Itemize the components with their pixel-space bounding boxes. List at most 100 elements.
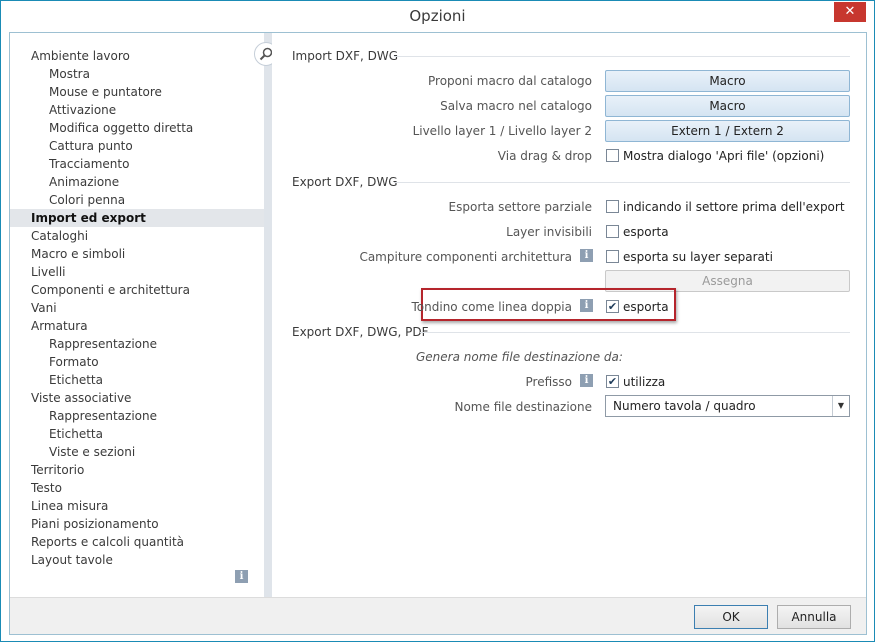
section-title-import: Import DXF, DWG: [292, 49, 399, 63]
sidebar-item-label: Formato: [49, 355, 99, 369]
sidebar-item[interactable]: Linea misura: [10, 497, 264, 515]
layer-invisibili-option-label[interactable]: esporta: [623, 225, 669, 239]
sidebar-item[interactable]: Layout tavole: [10, 551, 264, 569]
sidebar-item[interactable]: Modifica oggetto diretta: [10, 119, 264, 137]
sidebar-item-label: Colori penna: [49, 193, 126, 207]
sidebar-item[interactable]: Testo: [10, 479, 264, 497]
info-icon[interactable]: i: [580, 249, 593, 262]
sidebar-item[interactable]: Viste associative: [10, 389, 264, 407]
info-icon[interactable]: i: [580, 374, 593, 387]
sidebar-item-label: Livelli: [31, 265, 66, 279]
sidebar-item[interactable]: Colori penna: [10, 191, 264, 209]
sidebar-item-label: Cattura punto: [49, 139, 133, 153]
sidebar-item[interactable]: Territorio: [10, 461, 264, 479]
sidebar-item-label: Etichetta: [49, 427, 103, 441]
nome-file-dropdown[interactable]: Numero tavola / quadro ▼: [605, 395, 850, 417]
sidebar-item-label: Layout tavole: [31, 553, 113, 567]
sidebar-item-label: Etichetta: [49, 373, 103, 387]
sidebar-item[interactable]: Import ed export: [10, 209, 264, 227]
sidebar-item-label: Mostra: [49, 67, 90, 81]
drag-drop-label: Via drag & drop: [497, 149, 592, 163]
sidebar-item-label: Viste associative: [31, 391, 132, 405]
layer-invisibili-checkbox[interactable]: [606, 225, 619, 238]
sidebar-item[interactable]: Armatura: [10, 317, 264, 335]
sidebar-item[interactable]: Ambiente lavoro: [10, 47, 264, 65]
sidebar-item[interactable]: Livelli: [10, 263, 264, 281]
sidebar-item[interactable]: Piani posizionamento: [10, 515, 264, 533]
sidebar-item[interactable]: Rappresentazione: [10, 407, 264, 425]
sidebar-item-label: Testo: [31, 481, 62, 495]
options-panel: Import DXF, DWG Proponi macro dal catalo…: [272, 33, 866, 597]
sidebar-item[interactable]: Etichetta: [10, 371, 264, 389]
livello-label: Livello layer 1 / Livello layer 2: [412, 124, 592, 138]
drag-drop-option-label[interactable]: Mostra dialogo 'Apri file' (opzioni): [623, 149, 824, 163]
sidebar-item[interactable]: Animazione: [10, 173, 264, 191]
sidebar-item-label: Linea misura: [31, 499, 109, 513]
sidebar-item-label: Modifica oggetto diretta: [49, 121, 194, 135]
sidebar-item[interactable]: Attivazione: [10, 101, 264, 119]
section-divider: [394, 182, 850, 183]
sidebar-item-label: Cataloghi: [31, 229, 89, 243]
sidebar-item[interactable]: Mostra: [10, 65, 264, 83]
genera-label: Genera nome file destinazione da:: [416, 350, 623, 364]
sidebar-item-label: Viste e sezioni: [49, 445, 136, 459]
sidebar-item-label: Ambiente lavoro: [31, 49, 130, 63]
sidebar-item-label: Vani: [31, 301, 57, 315]
sidebar-item-label: Territorio: [31, 463, 85, 477]
sidebar-item[interactable]: Formato: [10, 353, 264, 371]
sidebar-item-label: Animazione: [49, 175, 120, 189]
prefisso-checkbox[interactable]: ✔: [606, 375, 619, 388]
settore-option-label[interactable]: indicando il settore prima dell'export: [623, 200, 845, 214]
campiture-option-label[interactable]: esporta su layer separati: [623, 250, 773, 264]
sidebar-item-label: Attivazione: [49, 103, 117, 117]
sidebar-item[interactable]: Cattura punto: [10, 137, 264, 155]
close-button[interactable]: ✕: [834, 2, 866, 22]
info-icon[interactable]: i: [235, 570, 248, 583]
tondino-option-label[interactable]: esporta: [623, 300, 669, 314]
nome-file-value: Numero tavola / quadro: [613, 399, 756, 413]
sidebar-item-label: Tracciamento: [49, 157, 130, 171]
sidebar-item[interactable]: Vani: [10, 299, 264, 317]
sidebar-item[interactable]: Cataloghi: [10, 227, 264, 245]
close-icon: ✕: [844, 4, 856, 19]
sidebar-item[interactable]: Rappresentazione: [10, 335, 264, 353]
sidebar-item[interactable]: Reports e calcoli quantità: [10, 533, 264, 551]
sidebar-item-label: Import ed export: [31, 211, 146, 225]
tondino-label: Tondino come linea doppia: [411, 300, 572, 314]
sidebar-item[interactable]: Etichetta: [10, 425, 264, 443]
campiture-label: Campiture componenti architettura: [359, 250, 572, 264]
tondino-checkbox[interactable]: ✔: [606, 300, 619, 313]
chevron-down-icon[interactable]: ▼: [832, 396, 849, 416]
sidebar-item-label: Piani posizionamento: [31, 517, 159, 531]
campiture-checkbox[interactable]: [606, 250, 619, 263]
drag-drop-checkbox[interactable]: [606, 149, 619, 162]
sidebar-item[interactable]: Mouse e puntatore: [10, 83, 264, 101]
proponi-macro-button[interactable]: Macro: [605, 70, 850, 92]
salva-label: Salva macro nel catalogo: [440, 99, 592, 113]
splitter[interactable]: [264, 33, 272, 597]
section-title-export: Export DXF, DWG: [292, 175, 398, 189]
ok-button[interactable]: OK: [694, 605, 768, 629]
sidebar-item[interactable]: Macro e simboli: [10, 245, 264, 263]
sidebar-item[interactable]: Componenti e architettura: [10, 281, 264, 299]
prefisso-option-label[interactable]: utilizza: [623, 375, 665, 389]
settore-label: Esporta settore parziale: [448, 200, 592, 214]
livello-layer-button[interactable]: Extern 1 / Extern 2: [605, 120, 850, 142]
options-dialog: Opzioni ✕ i Ambiente lavoro Mostra Mouse e…: [0, 0, 875, 642]
sidebar-item[interactable]: Viste e sezioni: [10, 443, 264, 461]
sidebar-nav: i Ambiente lavoro Mostra Mouse e puntatore…: [10, 33, 264, 597]
layer-invisibili-label: Layer invisibili: [506, 225, 592, 239]
nome-file-label: Nome file destinazione: [454, 400, 592, 414]
info-icon[interactable]: i: [580, 299, 593, 312]
sidebar-item-label: Macro e simboli: [31, 247, 126, 261]
settore-checkbox[interactable]: [606, 200, 619, 213]
title-bar[interactable]: Opzioni ✕: [1, 1, 874, 32]
sidebar-item[interactable]: Tracciamento: [10, 155, 264, 173]
prefisso-label: Prefisso: [525, 375, 572, 389]
sidebar-item-label: Rappresentazione: [49, 337, 157, 351]
sidebar-item-label: Rappresentazione: [49, 409, 157, 423]
window-title: Opzioni: [409, 7, 466, 25]
salva-macro-button[interactable]: Macro: [605, 95, 850, 117]
cancel-button[interactable]: Annulla: [777, 605, 851, 629]
proponi-label: Proponi macro dal catalogo: [428, 74, 592, 88]
